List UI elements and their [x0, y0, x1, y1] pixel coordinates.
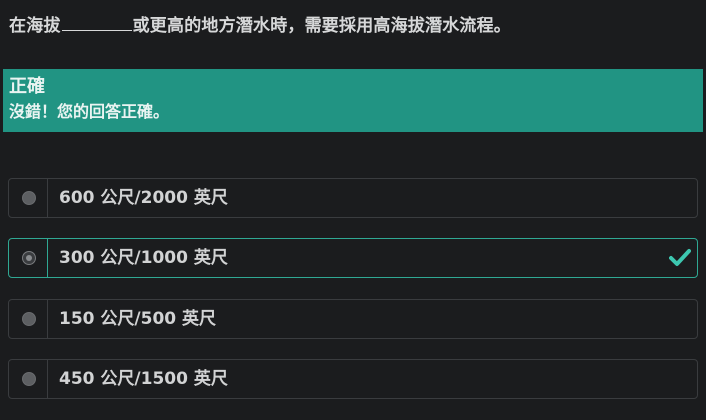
checkmark-icon: [669, 249, 691, 266]
radio-button[interactable]: [22, 191, 36, 205]
answer-option-1[interactable]: 600 公尺/2000 英尺: [8, 178, 698, 218]
answer-option-label: 150 公尺/500 英尺: [59, 309, 217, 329]
question-suffix: 或更高的地方潛水時，需要採用高海拔潛水流程。: [132, 16, 512, 36]
radio-cell: [9, 360, 48, 398]
answer-option-3[interactable]: 150 公尺/500 英尺: [8, 299, 698, 339]
radio-button-selected[interactable]: [22, 251, 36, 265]
answer-option-2[interactable]: 300 公尺/1000 英尺: [8, 238, 698, 278]
feedback-banner: 正確 沒錯！您的回答正確。: [3, 69, 703, 132]
feedback-message: 沒錯！您的回答正確。: [9, 102, 170, 121]
answer-option-label: 600 公尺/2000 英尺: [59, 188, 228, 208]
answer-option-label: 300 公尺/1000 英尺: [59, 248, 228, 268]
radio-cell: [9, 179, 48, 217]
answer-option-4[interactable]: 450 公尺/1500 英尺: [8, 359, 698, 399]
radio-cell: [9, 239, 48, 277]
question-blank: [61, 16, 132, 31]
feedback-title: 正確: [9, 76, 45, 97]
question-text: 在海拔 或更高的地方潛水時，需要採用高海拔潛水流程。: [9, 11, 511, 36]
answer-option-label: 450 公尺/1500 英尺: [59, 369, 228, 389]
question-prefix: 在海拔: [9, 16, 61, 36]
radio-button[interactable]: [22, 312, 36, 326]
radio-button[interactable]: [22, 372, 36, 386]
quiz-page: 在海拔 或更高的地方潛水時，需要採用高海拔潛水流程。 正確 沒錯！您的回答正確。 …: [0, 0, 706, 420]
radio-cell: [9, 300, 48, 338]
